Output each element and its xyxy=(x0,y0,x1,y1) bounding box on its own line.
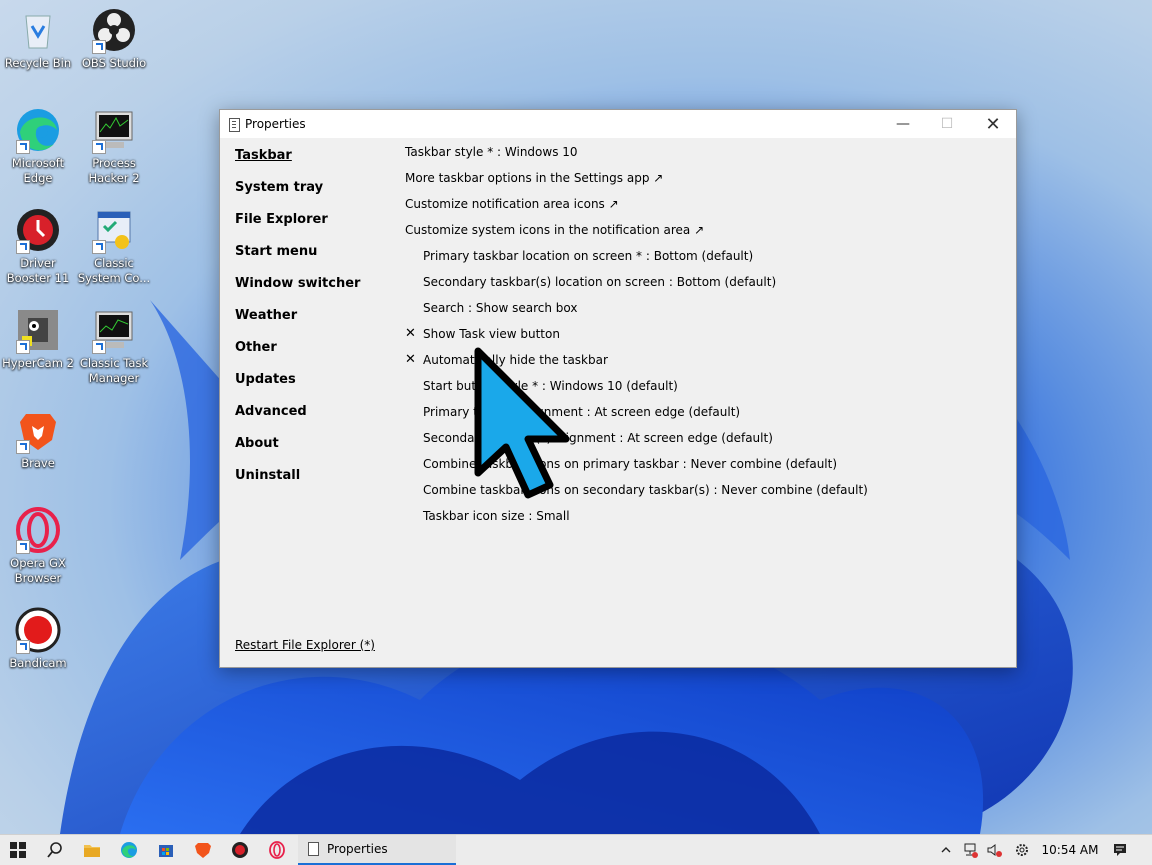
shortcut-arrow-icon xyxy=(92,340,106,354)
desktop-icon-classic-system-config[interactable]: Classic System Co... xyxy=(76,206,152,286)
desktop-icon-label: Microsoft Edge xyxy=(11,156,65,185)
taskbar-opera-gx[interactable] xyxy=(259,835,295,865)
shortcut-arrow-icon xyxy=(92,240,106,254)
desktop-icon-hypercam[interactable]: HyperCam 2 xyxy=(0,306,76,371)
properties-window: Properties — ☐ ✕ Taskbar System tray Fil… xyxy=(219,109,1017,668)
setting-primary-taskbar-location[interactable]: Primary taskbar location on screen * : B… xyxy=(405,248,1005,274)
shortcut-arrow-icon xyxy=(92,40,106,54)
nav-item-start-menu[interactable]: Start menu xyxy=(235,244,360,276)
desktop-icon-recycle-bin[interactable]: Recycle Bin xyxy=(0,6,76,71)
desktop-icon-label: Classic System Co... xyxy=(77,256,151,285)
taskbar-store[interactable] xyxy=(148,835,184,865)
desktop-icon-label: Bandicam xyxy=(9,656,67,670)
notification-icon xyxy=(1114,844,1126,856)
nav-item-other[interactable]: Other xyxy=(235,340,360,372)
desktop-icon-bandicam[interactable]: Bandicam xyxy=(0,606,76,671)
windows-logo-icon xyxy=(10,842,26,858)
desktop-icon-label: Opera GX Browser xyxy=(10,556,66,585)
network-icon xyxy=(964,843,978,858)
desktop-icon-driver-booster[interactable]: Driver Booster 11 xyxy=(0,206,76,286)
document-icon xyxy=(229,118,240,132)
desktop-icon-obs[interactable]: OBS Studio xyxy=(76,6,152,71)
nav-item-about[interactable]: About xyxy=(235,436,360,468)
nav-item-system-tray[interactable]: System tray xyxy=(235,180,360,212)
gear-icon xyxy=(1016,844,1028,856)
mouse-cursor-icon xyxy=(474,347,570,499)
setting-system-icons-link[interactable]: Customize system icons in the notificati… xyxy=(405,222,1005,248)
nav-item-uninstall[interactable]: Uninstall xyxy=(235,468,360,500)
setting-notification-area-icons-link[interactable]: Customize notification area icons ↗ xyxy=(405,196,1005,222)
clock[interactable]: 10:54 AM xyxy=(1038,835,1102,865)
title-bar[interactable]: Properties — ☐ ✕ xyxy=(220,110,1016,138)
desktop-icon-edge[interactable]: Microsoft Edge xyxy=(0,106,76,186)
shortcut-arrow-icon xyxy=(16,540,30,554)
shortcut-arrow-icon xyxy=(16,640,30,654)
taskbar-app-label: Properties xyxy=(327,842,388,856)
nav-item-weather[interactable]: Weather xyxy=(235,308,360,340)
nav-item-window-switcher[interactable]: Window switcher xyxy=(235,276,360,308)
desktop-icon-label: Brave xyxy=(21,456,55,470)
desktop-icon-opera-gx[interactable]: Opera GX Browser xyxy=(0,506,76,586)
nav-item-advanced[interactable]: Advanced xyxy=(235,404,360,436)
network-tray-icon[interactable] xyxy=(958,835,982,865)
driver-booster-icon xyxy=(232,842,248,858)
setting-secondary-taskbar-location[interactable]: Secondary taskbar(s) location on screen … xyxy=(405,274,1005,300)
settings-nav: Taskbar System tray File Explorer Start … xyxy=(235,148,360,500)
nav-item-file-explorer[interactable]: File Explorer xyxy=(235,212,360,244)
shortcut-arrow-icon xyxy=(92,140,106,154)
nav-item-taskbar[interactable]: Taskbar xyxy=(235,148,360,180)
desktop-icon-classic-task-manager[interactable]: Classic Task Manager xyxy=(76,306,152,386)
restart-file-explorer-link[interactable]: Restart File Explorer (*) xyxy=(235,638,375,652)
desktop-icon-label: Driver Booster 11 xyxy=(6,256,70,285)
nav-item-updates[interactable]: Updates xyxy=(235,372,360,404)
opera-gx-icon xyxy=(269,841,285,859)
check-icon: ✕ xyxy=(405,352,416,367)
search-button[interactable] xyxy=(37,835,73,865)
taskbar-driver-booster[interactable] xyxy=(222,835,258,865)
microsoft-edge-icon xyxy=(121,842,137,858)
settings-tray-icon[interactable] xyxy=(1010,835,1034,865)
taskbar-properties-app[interactable]: Properties xyxy=(298,835,456,865)
desktop-icon-label: Recycle Bin xyxy=(4,56,72,70)
volume-tray-icon[interactable] xyxy=(982,835,1006,865)
taskbar: Properties 10:54 AM xyxy=(0,834,1152,865)
shortcut-arrow-icon xyxy=(16,340,30,354)
volume-muted-icon xyxy=(987,844,1002,857)
taskbar-file-explorer[interactable] xyxy=(74,835,110,865)
shortcut-arrow-icon xyxy=(16,140,30,154)
notification-center-button[interactable] xyxy=(1108,835,1132,865)
setting-label: Show Task view button xyxy=(423,327,560,341)
store-icon xyxy=(159,845,173,857)
setting-taskbar-style[interactable]: Taskbar style * : Windows 10 xyxy=(405,144,1005,170)
taskbar-brave[interactable] xyxy=(185,835,221,865)
window-title: Properties xyxy=(245,117,306,131)
folder-icon xyxy=(84,845,100,857)
recycle-bin-icon xyxy=(25,15,51,49)
shortcut-arrow-icon xyxy=(16,440,30,454)
setting-more-taskbar-options-link[interactable]: More taskbar options in the Settings app… xyxy=(405,170,1005,196)
setting-taskbar-icon-size[interactable]: Taskbar icon size : Small xyxy=(405,508,1005,534)
search-icon xyxy=(47,842,62,858)
show-hidden-icons-button[interactable] xyxy=(936,835,956,865)
chevron-up-icon xyxy=(941,847,951,853)
desktop-icon-brave[interactable]: Brave xyxy=(0,406,76,471)
document-icon xyxy=(308,842,319,856)
desktop-icon-label: OBS Studio xyxy=(81,56,147,70)
maximize-button[interactable]: ☐ xyxy=(924,110,970,138)
taskbar-edge[interactable] xyxy=(111,835,147,865)
shortcut-arrow-icon xyxy=(16,240,30,254)
close-button[interactable]: ✕ xyxy=(970,110,1016,138)
minimize-button[interactable]: — xyxy=(880,110,926,138)
setting-search[interactable]: Search : Show search box xyxy=(405,300,1005,326)
desktop-icon-label: Classic Task Manager xyxy=(79,356,149,385)
brave-icon xyxy=(195,843,211,858)
desktop-icon-process-hacker[interactable]: Process Hacker 2 xyxy=(76,106,152,186)
desktop-icon-label: Process Hacker 2 xyxy=(88,156,140,185)
desktop-icon-label: HyperCam 2 xyxy=(2,356,74,370)
start-button[interactable] xyxy=(0,835,36,865)
check-icon: ✕ xyxy=(405,326,416,341)
